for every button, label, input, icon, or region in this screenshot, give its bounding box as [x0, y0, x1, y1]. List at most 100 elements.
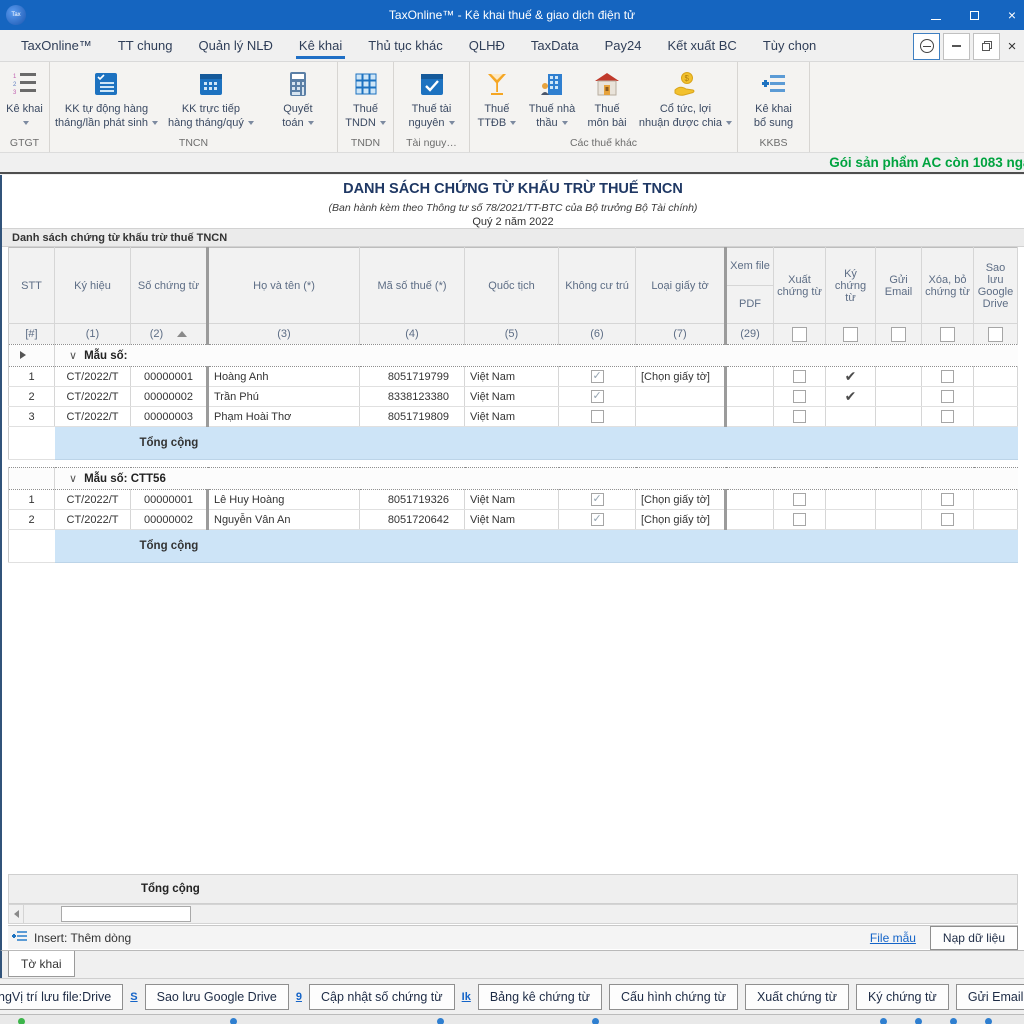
sub-header-cell[interactable]: (4) — [360, 324, 465, 345]
link-fragment[interactable]: Ik — [462, 991, 471, 1003]
xoa-bo-chung-tu-checkbox[interactable] — [941, 493, 954, 506]
menu-item[interactable]: QLHĐ — [456, 30, 518, 61]
so-chung-tu-cell[interactable]: 00000001 — [131, 367, 208, 387]
column-checkbox[interactable] — [988, 327, 1003, 342]
action-button[interactable]: Bảng kê chứng từ — [478, 984, 602, 1010]
sao-luu-google-drive-cell[interactable] — [974, 510, 1018, 530]
sub-header-cell[interactable]: (6) — [559, 324, 636, 345]
sao-luu-google-drive-cell[interactable] — [974, 387, 1018, 407]
column-header[interactable]: Loại giấy tờ — [636, 248, 726, 324]
column-header[interactable]: Gửi Email — [876, 248, 922, 324]
scroll-left-icon[interactable] — [9, 905, 24, 923]
ky-hieu-cell[interactable]: CT/2022/T — [55, 407, 131, 427]
taskbar-icon[interactable] — [437, 1018, 444, 1024]
load-data-button[interactable]: Nạp dữ liệu — [930, 926, 1018, 950]
gui-email-cell[interactable] — [876, 367, 922, 387]
file-template-link[interactable]: File mẫu — [870, 931, 916, 945]
quoc-tich-cell[interactable]: Việt Nam — [465, 367, 559, 387]
loai-giay-to-cell[interactable] — [636, 387, 726, 407]
ribbon-button[interactable]: KK tự động hàngtháng/lần phát sinh — [50, 62, 163, 136]
taskbar-icon[interactable] — [880, 1018, 887, 1024]
ky-hieu-cell[interactable]: CT/2022/T — [55, 490, 131, 510]
tab-to-khai[interactable]: Tờ khai — [8, 951, 75, 977]
action-button[interactable]: Gửi Email — [956, 984, 1024, 1010]
quoc-tich-cell[interactable]: Việt Nam — [465, 387, 559, 407]
collapse-ribbon-icon[interactable] — [913, 33, 940, 60]
menu-item[interactable]: Tùy chọn — [750, 30, 829, 61]
sub-header-cell[interactable]: (3) — [208, 324, 360, 345]
sub-header-cell[interactable]: (5) — [465, 324, 559, 345]
sub-header-cell[interactable]: (7) — [636, 324, 726, 345]
close-icon[interactable]: × — [1006, 0, 1018, 30]
column-checkbox[interactable] — [792, 327, 807, 342]
quoc-tich-cell[interactable]: Việt Nam — [465, 490, 559, 510]
ho-ten-cell[interactable]: Trần Phú — [208, 387, 360, 407]
mdi-restore-icon[interactable] — [973, 33, 1000, 60]
gui-email-cell[interactable] — [876, 387, 922, 407]
ribbon-button[interactable]: 123Kê khai — [0, 62, 49, 136]
column-header[interactable]: Xuất chứng từ — [774, 248, 826, 324]
xuat-chung-tu-checkbox[interactable] — [793, 493, 806, 506]
taskbar-icon[interactable] — [592, 1018, 599, 1024]
column-header[interactable]: Ký chứng từ — [826, 248, 876, 324]
maximize-icon[interactable] — [968, 0, 980, 30]
ribbon-button[interactable]: Thuế tàinguyên — [394, 62, 469, 136]
ribbon-button[interactable]: $Cổ tức, lợinhuận được chia — [634, 62, 737, 136]
xoa-bo-chung-tu-checkbox[interactable] — [941, 370, 954, 383]
action-button[interactable]: Cấu hình chứng từ — [609, 984, 738, 1010]
column-header[interactable]: Họ và tên (*) — [208, 248, 360, 324]
khong-cu-tru-checkbox[interactable] — [591, 390, 604, 403]
mdi-minimize-icon[interactable] — [943, 33, 970, 60]
menu-item[interactable]: Thủ tục khác — [355, 30, 455, 61]
column-header[interactable]: Số chứng từ — [131, 248, 208, 324]
column-header[interactable]: Sao lưu Google Drive — [974, 248, 1018, 324]
so-chung-tu-cell[interactable]: 00000003 — [131, 407, 208, 427]
horizontal-scrollbar[interactable] — [8, 904, 1018, 924]
ribbon-button[interactable]: Kê khaibổ sung — [738, 62, 809, 136]
so-chung-tu-cell[interactable]: 00000001 — [131, 490, 208, 510]
ma-so-thue-cell[interactable]: 8051719799 — [360, 367, 465, 387]
ribbon-button[interactable]: KK trực tiếphàng tháng/quý — [163, 62, 259, 136]
ky-hieu-cell[interactable]: CT/2022/T — [55, 510, 131, 530]
menu-item[interactable]: TaxData — [518, 30, 592, 61]
xem-file-pdf-cell[interactable] — [726, 510, 774, 530]
menu-item[interactable]: Pay24 — [592, 30, 655, 61]
sao-luu-google-drive-cell[interactable] — [974, 367, 1018, 387]
table-row[interactable]: 2 CT/2022/T 00000002 Nguyễn Vân An 80517… — [9, 510, 1018, 530]
column-header[interactable]: Không cư trú — [559, 248, 636, 324]
ho-ten-cell[interactable]: Nguyễn Vân An — [208, 510, 360, 530]
collapse-group-icon[interactable]: ∨ — [69, 350, 77, 362]
column-header[interactable]: Mã số thuế (*) — [360, 248, 465, 324]
xoa-bo-chung-tu-checkbox[interactable] — [941, 390, 954, 403]
action-button[interactable]: ngVị trí lưu file:Drive — [0, 984, 123, 1010]
quoc-tich-cell[interactable]: Việt Nam — [465, 407, 559, 427]
group-header-row[interactable]: ∨Mẫu số: CTT56 — [9, 468, 1018, 490]
ribbon-button[interactable]: Quyếttoán — [259, 62, 337, 136]
khong-cu-tru-checkbox[interactable] — [591, 370, 604, 383]
action-button[interactable]: Cập nhật số chứng từ — [309, 984, 455, 1010]
khong-cu-tru-checkbox[interactable] — [591, 410, 604, 423]
ribbon-button[interactable]: ThuếTNDN — [338, 62, 393, 136]
ma-so-thue-cell[interactable]: 8051719326 — [360, 490, 465, 510]
taskbar-icon[interactable] — [18, 1018, 25, 1024]
ky-hieu-cell[interactable]: CT/2022/T — [55, 387, 131, 407]
xuat-chung-tu-checkbox[interactable] — [793, 410, 806, 423]
khong-cu-tru-checkbox[interactable] — [591, 513, 604, 526]
gui-email-cell[interactable] — [876, 407, 922, 427]
column-checkbox[interactable] — [843, 327, 858, 342]
column-header[interactable]: Ký hiệu — [55, 248, 131, 324]
quoc-tich-cell[interactable]: Việt Nam — [465, 510, 559, 530]
xem-file-pdf-cell[interactable] — [726, 367, 774, 387]
loai-giay-to-cell[interactable] — [636, 407, 726, 427]
so-chung-tu-cell[interactable]: 00000002 — [131, 387, 208, 407]
scrollbar-thumb[interactable] — [61, 906, 191, 922]
group-header-row[interactable]: ∨Mẫu số: — [9, 345, 1018, 367]
action-button[interactable]: Ký chứng từ — [856, 984, 949, 1010]
taskbar-icon[interactable] — [985, 1018, 992, 1024]
column-header[interactable]: STT — [9, 248, 55, 324]
column-checkbox[interactable] — [891, 327, 906, 342]
xem-file-pdf-cell[interactable] — [726, 490, 774, 510]
ribbon-button[interactable]: Thuếmôn bài — [580, 62, 634, 136]
sub-header-cell[interactable]: (29) — [726, 324, 774, 345]
column-header[interactable]: Quốc tịch — [465, 248, 559, 324]
